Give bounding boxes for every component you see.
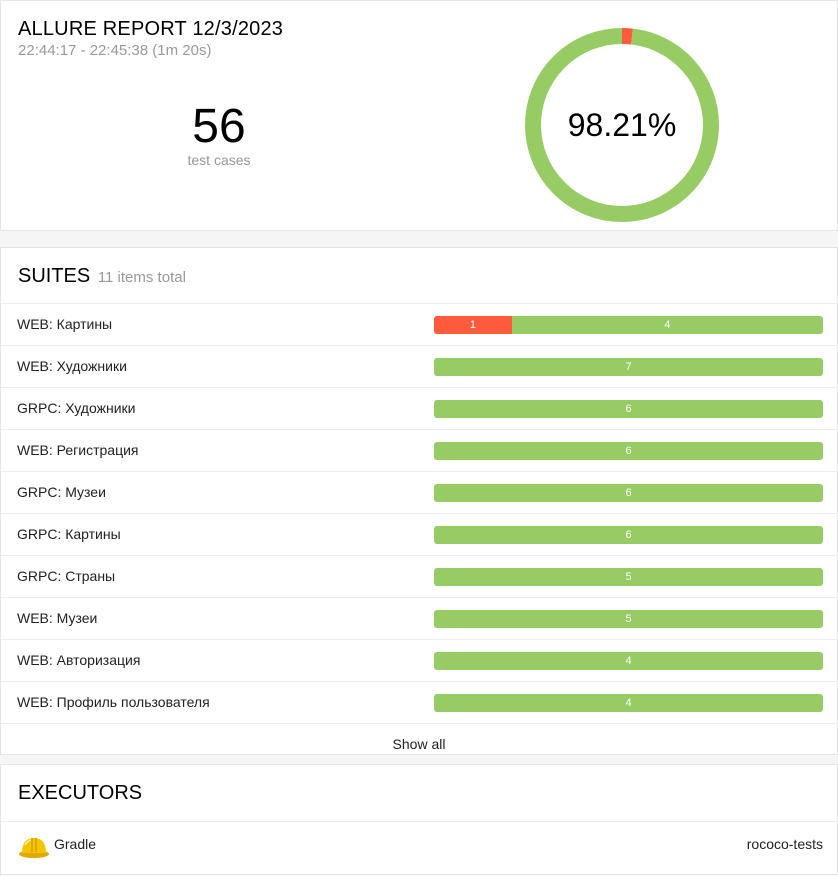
- passed-segment[interactable]: 4: [511, 316, 823, 334]
- executor-build[interactable]: rococo-tests: [747, 836, 823, 852]
- suite-name: GRPC: Картины: [17, 526, 121, 542]
- success-rate-percent: 98.21%: [567, 106, 677, 143]
- suite-row[interactable]: GRPC: Страны 5: [1, 555, 837, 597]
- suite-row[interactable]: WEB: Регистрация 6: [1, 429, 837, 471]
- suite-row[interactable]: GRPC: Художники 6: [1, 387, 837, 429]
- suite-status-bar[interactable]: 6: [434, 484, 823, 502]
- suite-name: GRPC: Страны: [17, 568, 116, 584]
- test-case-count-label: test cases: [187, 152, 251, 168]
- suites-title-text: SUITES: [18, 265, 91, 287]
- suite-row[interactable]: GRPC: Музеи 6: [1, 471, 837, 513]
- passed-segment[interactable]: 6: [434, 526, 823, 544]
- suite-name: WEB: Картины: [17, 316, 113, 332]
- suite-row[interactable]: WEB: Музеи 5: [1, 597, 837, 639]
- suite-row[interactable]: GRPC: Картины 6: [1, 513, 837, 555]
- suite-name: WEB: Профиль пользователя: [17, 694, 210, 710]
- suite-status-bar[interactable]: 6: [434, 442, 823, 460]
- executor-row[interactable]: Gradle rococo-tests: [1, 821, 837, 871]
- test-case-count: 56: [192, 100, 246, 153]
- passed-segment[interactable]: 4: [434, 652, 823, 670]
- passed-segment[interactable]: 5: [434, 568, 823, 586]
- suite-row[interactable]: WEB: Профиль пользователя 4: [1, 681, 837, 723]
- show-all-link[interactable]: Show all: [1, 723, 837, 753]
- executors-widget: EXECUTORS Gradle rococo-tests: [0, 764, 838, 875]
- failed-segment[interactable]: 1: [434, 316, 512, 334]
- suites-count: 11 items total: [97, 269, 186, 286]
- report-title: ALLURE REPORT 12/3/2023: [18, 18, 284, 40]
- summary-widget: ALLURE REPORT 12/3/2023 22:44:17 - 22:45…: [0, 0, 838, 231]
- suite-name: WEB: Авторизация: [17, 652, 141, 668]
- suite-status-bar[interactable]: 7: [434, 358, 823, 376]
- suite-row[interactable]: WEB: Художники 7: [1, 345, 837, 387]
- passed-segment[interactable]: 6: [434, 484, 823, 502]
- passed-segment[interactable]: 6: [434, 400, 823, 418]
- suite-name: WEB: Музеи: [17, 610, 98, 626]
- executors-title: EXECUTORS: [18, 782, 143, 804]
- passed-segment[interactable]: 6: [434, 442, 823, 460]
- suites-title: SUITES 11 items total: [18, 265, 186, 288]
- suite-name: GRPC: Музеи: [17, 484, 106, 500]
- suites-widget: SUITES 11 items total WEB: Картины 1 4 W…: [0, 247, 838, 755]
- hard-hat-icon: [19, 838, 49, 858]
- suite-row[interactable]: WEB: Авторизация 4: [1, 639, 837, 681]
- suite-status-bar[interactable]: 6: [434, 526, 823, 544]
- suite-name: WEB: Художники: [17, 358, 127, 374]
- suite-status-bar[interactable]: 4: [434, 694, 823, 712]
- suite-name: GRPC: Художники: [17, 400, 136, 416]
- suite-row[interactable]: WEB: Картины 1 4: [1, 303, 837, 345]
- report-time-range: 22:44:17 - 22:45:38 (1m 20s): [18, 42, 212, 59]
- suite-status-bar[interactable]: 5: [434, 568, 823, 586]
- suite-name: WEB: Регистрация: [17, 442, 139, 458]
- suite-status-bar[interactable]: 6: [434, 400, 823, 418]
- suite-status-bar[interactable]: 1 4: [434, 316, 823, 334]
- passed-segment[interactable]: 7: [434, 358, 823, 376]
- passed-segment[interactable]: 4: [434, 694, 823, 712]
- suite-status-bar[interactable]: 5: [434, 610, 823, 628]
- suite-status-bar[interactable]: 4: [434, 652, 823, 670]
- passed-segment[interactable]: 5: [434, 610, 823, 628]
- executor-name[interactable]: Gradle: [54, 836, 96, 852]
